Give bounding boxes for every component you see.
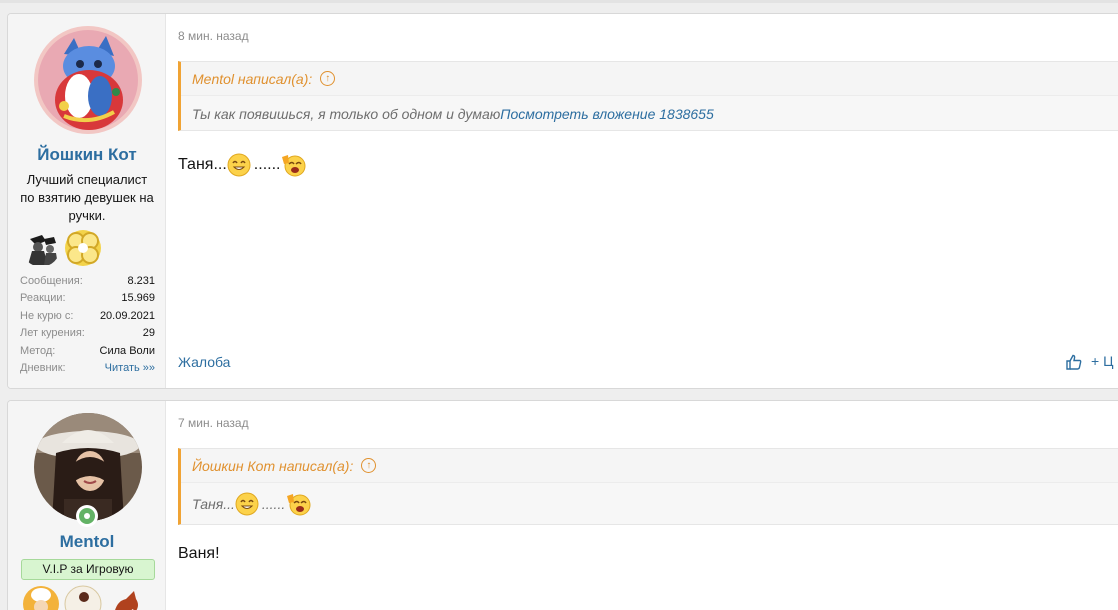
stat-label: Лет курения: [20,327,85,340]
quote-header[interactable]: Йошкин Кот написал(а): ↑ [181,449,1118,483]
message-text: Таня... ...... [178,152,307,178]
stat-label: Метод: [20,344,56,357]
quote-body: Таня... ...... [192,487,1108,521]
diary-link[interactable]: Читать »» [105,360,155,377]
post-timestamp[interactable]: 8 мин. назад [178,29,249,43]
post: Йошкин Кот Лучший специалист по взятию д… [7,13,1118,389]
message-text: Ваня! [178,545,220,562]
stat-value: 29 [142,327,155,340]
arrow-up-icon[interactable]: ↑ [320,71,336,86]
trophy-chef-icon[interactable] [22,585,60,610]
top-separator [0,0,1118,3]
stat-row: Лет курения: 29 [20,325,155,342]
stat-label: Дневник: [20,362,66,375]
user-info-panel: Йошкин Кот Лучший специалист по взятию д… [8,14,166,388]
laughing-smiley-icon [285,492,312,516]
report-link[interactable]: Жалоба [178,354,230,370]
stat-label: Реакции: [20,292,66,305]
stat-label: Сообщения: [20,275,83,287]
quote-header[interactable]: Mentol написал(а): ↑ [181,62,1118,96]
message-text-part: Таня... [178,156,227,173]
user-info-panel: Mentol V.I.P за Игровую [8,401,166,610]
online-status-icon [76,505,98,527]
quote-author[interactable]: Mentol написал(а): [192,71,312,87]
quote-author[interactable]: Йошкин Кот написал(а): [192,458,353,474]
post-content: 8 мин. назад Mentol написал(а): ↑ Ты как… [166,14,1118,388]
arrow-up-icon[interactable]: ↑ [361,458,377,473]
stat-row: Реакции: 15.969 [20,290,155,307]
stat-value: 8.231 [127,275,155,287]
stat-value: Сила Воли [99,344,155,357]
like-icon[interactable] [1066,354,1082,370]
username[interactable]: Mentol [8,532,166,552]
quote-text-part: ...... [261,496,286,512]
stat-value: 15.969 [121,292,155,305]
trophy-flamenco-icon[interactable] [64,585,102,610]
grin-smiley-icon [227,153,254,177]
stat-row: Метод: Сила Воли [20,343,155,360]
user-title: Лучший специалист по взятию девушек на р… [20,172,154,223]
post-timestamp[interactable]: 7 мин. назад [178,416,249,430]
avatar[interactable] [34,26,142,134]
quote-block: Йошкин Кот написал(а): ↑ Таня... ...... [178,448,1118,525]
quote-button[interactable]: + Ц [1091,353,1113,369]
trophy-gold-icon[interactable] [64,229,102,267]
username[interactable]: Йошкин Кот [8,145,166,165]
message-text-part: ...... [253,156,281,173]
user-stats: Сообщения: 8.231 Реакции: 15.969 Не курю… [20,273,155,377]
trophies [22,585,144,610]
stat-row: Дневник: Читать »» [20,360,155,377]
quote-body: Ты как появишься, я только об одном и ду… [192,96,1108,132]
user-banner: V.I.P за Игровую [21,559,155,580]
stat-value: 20.09.2021 [99,309,155,322]
trophy-horse-icon[interactable] [106,585,144,610]
grin-smiley-icon [235,492,262,516]
trophy-gangster-icon[interactable] [22,229,60,267]
quote-block: Mentol написал(а): ↑ Ты как появишься, я… [178,61,1118,131]
stat-row: Сообщения: 8.231 [20,273,155,290]
post: Mentol V.I.P за Игровую 7 мин. назад Йош… [7,400,1118,610]
trophies [22,229,102,267]
stat-label: Не курю с: [20,309,74,322]
quote-text-part: Таня... [192,496,235,512]
laughing-smiley-icon [280,153,307,177]
attachment-link[interactable]: Посмотреть вложение 1838655 [500,106,713,122]
post-content: 7 мин. назад Йошкин Кот написал(а): ↑ Та… [166,401,1118,610]
quote-text: Ты как появишься, я только об одном и ду… [192,106,501,122]
stat-row: Не курю с: 20.09.2021 [20,308,155,325]
